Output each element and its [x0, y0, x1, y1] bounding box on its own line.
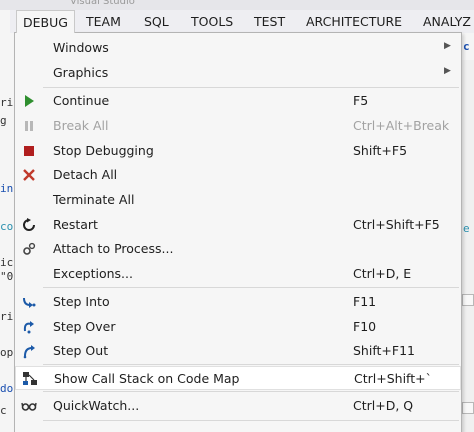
- menu-sql[interactable]: SQL: [144, 10, 169, 33]
- menu-item-label: Break All: [53, 118, 109, 133]
- menu-item-quickwatch[interactable]: QuickWatch... Ctrl+D, Q: [15, 394, 461, 418]
- menu-item-label: Step Over: [53, 319, 116, 334]
- menu-separator: [43, 87, 459, 88]
- menu-item-exceptions[interactable]: Exceptions... Ctrl+D, E: [15, 262, 461, 286]
- stop-icon: [24, 146, 34, 156]
- menu-separator: [43, 287, 459, 288]
- menu-item-label: Attach to Process...: [53, 241, 174, 256]
- menu-item-shortcut: F10: [353, 319, 377, 334]
- restart-icon: [23, 218, 35, 231]
- menu-item-shortcut: Ctrl+Shift+`: [354, 371, 432, 386]
- menu-item-label: Exceptions...: [53, 266, 133, 281]
- step-out-icon: [23, 345, 35, 359]
- code-fragment: e: [463, 222, 470, 235]
- code-fragment: ic: [0, 256, 14, 269]
- menu-team[interactable]: TEAM: [86, 10, 121, 33]
- menu-separator: [43, 364, 459, 365]
- menu-item-show-call-stack-on-code-map[interactable]: Show Call Stack on Code Map Ctrl+Shift+`: [15, 366, 461, 390]
- menu-item-label: Show Call Stack on Code Map: [54, 371, 240, 386]
- step-over-icon: [23, 321, 34, 334]
- menu-item-label: QuickWatch...: [53, 398, 140, 413]
- menu-item-shortcut: Ctrl+Shift+F5: [353, 217, 440, 232]
- code-fragment: op: [0, 346, 14, 359]
- pause-icon: [25, 121, 33, 131]
- menu-separator: [43, 420, 459, 421]
- step-into-icon: [23, 297, 36, 308]
- menu-item-label: Continue: [53, 93, 110, 108]
- menu-item-label: Restart: [53, 217, 98, 232]
- debug-menu-dropdown: Windows ▶ Graphics ▶ Continue F5 Break A…: [14, 32, 462, 432]
- menu-item-shortcut: F5: [353, 93, 369, 108]
- menu-item-step-into[interactable]: Step Into F11: [15, 290, 461, 314]
- menu-item-step-over[interactable]: Step Over F10: [15, 315, 461, 339]
- menu-item-label: Stop Debugging: [53, 143, 154, 158]
- menu-item-shortcut: F11: [353, 294, 377, 309]
- menu-item-shortcut: Shift+F11: [353, 343, 415, 358]
- menu-item-label: Detach All: [53, 167, 118, 182]
- menu-item-stop-debugging[interactable]: Stop Debugging Shift+F5: [15, 139, 461, 163]
- menu-item-break-all[interactable]: Break All Ctrl+Alt+Break: [15, 114, 461, 138]
- code-fragment: c: [0, 404, 7, 417]
- submenu-arrow-icon: ▶: [444, 66, 451, 76]
- attach-gears-icon: [23, 242, 36, 255]
- right-panel-edge: [462, 60, 474, 432]
- menu-item-terminate-all[interactable]: Terminate All: [15, 188, 461, 212]
- menu-item-label: Terminate All: [53, 192, 135, 207]
- play-icon: [25, 95, 34, 107]
- menu-item-shortcut: Shift+F5: [353, 143, 408, 158]
- menu-item-label: Step Out: [53, 343, 109, 358]
- code-fragment: c: [463, 40, 470, 53]
- detach-x-icon: [23, 169, 35, 181]
- menu-architecture[interactable]: ARCHITECTURE: [306, 10, 402, 33]
- submenu-arrow-icon: ▶: [444, 41, 451, 51]
- code-fragment: ri: [0, 96, 14, 109]
- menu-item-graphics[interactable]: Graphics ▶: [15, 61, 461, 85]
- code-map-icon: [23, 372, 37, 385]
- menu-item-label: Graphics: [53, 65, 109, 80]
- menu-analyze[interactable]: ANALYZ: [423, 10, 471, 33]
- window-title-strip: Visual Studio: [0, 0, 474, 10]
- menu-item-attach-to-process[interactable]: Attach to Process...: [15, 237, 461, 261]
- menu-tools[interactable]: TOOLS: [191, 10, 233, 33]
- code-fragment: "0: [0, 270, 14, 283]
- collapse-box[interactable]: [462, 294, 474, 306]
- glasses-icon: [21, 402, 37, 411]
- menu-item-shortcut: Ctrl+Alt+Break: [353, 118, 450, 133]
- collapse-box[interactable]: [462, 402, 474, 414]
- menu-item-label: Windows: [53, 40, 109, 55]
- menu-item-windows[interactable]: Windows ▶: [15, 36, 461, 60]
- menu-separator: [43, 391, 459, 392]
- code-fragment: in: [0, 182, 14, 195]
- menu-item-shortcut: Ctrl+D, E: [353, 266, 412, 281]
- menu-test[interactable]: TEST: [254, 10, 285, 33]
- menu-item-label: Step Into: [53, 294, 110, 309]
- menu-debug[interactable]: DEBUG: [16, 10, 75, 33]
- code-fragment: co: [0, 220, 14, 233]
- menu-item-shortcut: Ctrl+D, Q: [353, 398, 414, 413]
- menu-item-restart[interactable]: Restart Ctrl+Shift+F5: [15, 213, 461, 237]
- code-fragment: do: [0, 382, 14, 395]
- menu-item-detach-all[interactable]: Detach All: [15, 163, 461, 187]
- menu-item-continue[interactable]: Continue F5: [15, 89, 461, 113]
- code-fragment: g: [0, 114, 7, 127]
- menu-bar: DEBUG TEAM SQL TOOLS TEST ARCHITECTURE A…: [10, 10, 474, 33]
- code-fragment: ri: [0, 310, 14, 323]
- menu-item-step-out[interactable]: Step Out Shift+F11: [15, 339, 461, 363]
